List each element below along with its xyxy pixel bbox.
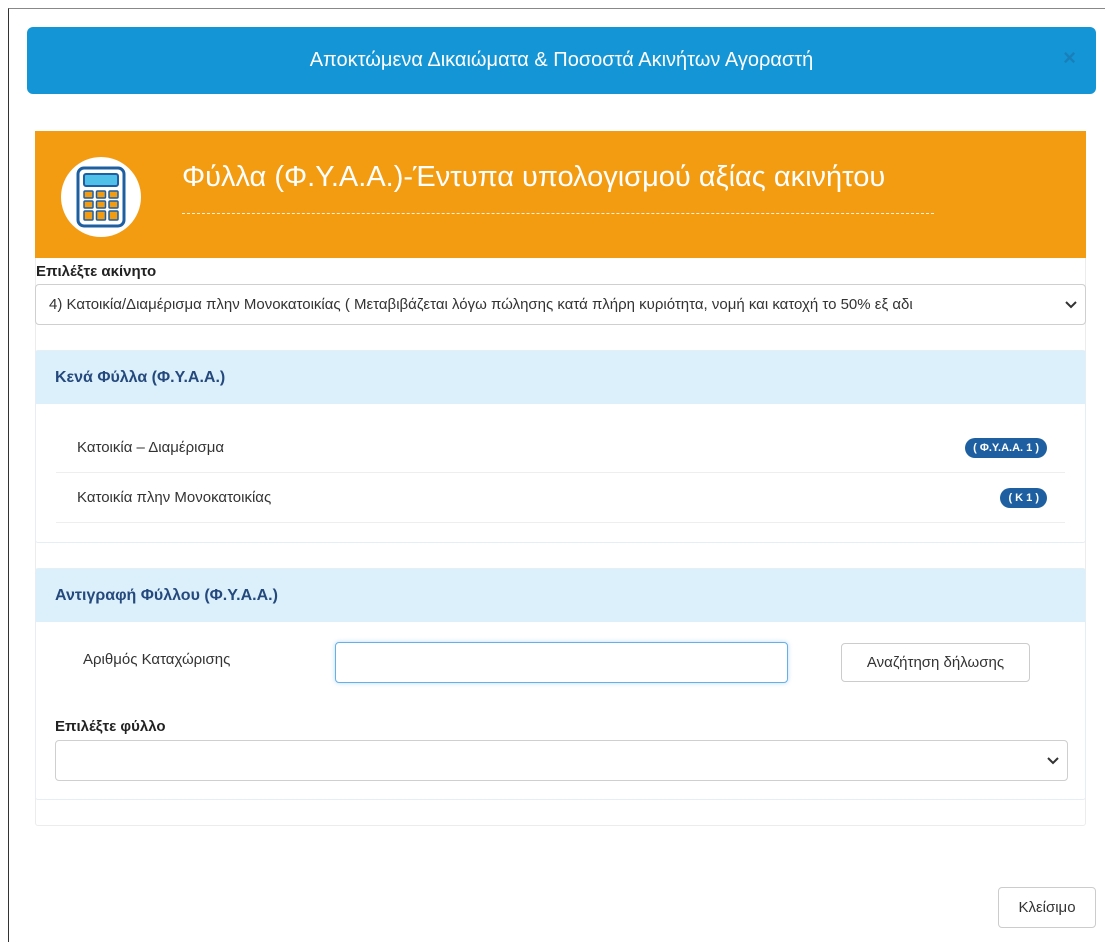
modal-title: Αποκτώμενα Δικαιώματα & Ποσοστά Ακινήτων… — [309, 49, 814, 71]
sheet-code-badge: ( Φ.Υ.Α.Α. 1 ) — [965, 437, 1047, 458]
blank-sheets-heading: Κενά Φύλλα (Φ.Υ.Α.Α.) — [36, 351, 1085, 404]
blank-sheets-panel: Κενά Φύλλα (Φ.Υ.Α.Α.) Κατοικία – Διαμέρι… — [35, 350, 1086, 543]
copy-sheet-panel: Αντιγραφή Φύλλου (Φ.Υ.Α.Α.) Αριθμός Κατα… — [35, 568, 1086, 800]
search-declaration-button[interactable]: Αναζήτηση δήλωσης — [841, 643, 1030, 682]
sheet-code-badge: ( Κ 1 ) — [1000, 487, 1047, 508]
modal-header: Αποκτώμενα Δικαιώματα & Ποσοστά Ακινήτων… — [27, 27, 1096, 94]
sheet-item-label: Κατοικία – Διαμέρισμα — [77, 439, 225, 456]
registration-number-input[interactable] — [335, 642, 788, 683]
chevron-down-icon — [1047, 756, 1059, 764]
calculator-icon — [61, 157, 141, 237]
sheet-item-label: Κατοικία πλην Μονοκατοικίας — [77, 489, 272, 506]
banner-title: Φύλλα (Φ.Υ.Α.Α.)-Έντυπα υπολογισμού αξία… — [182, 161, 886, 193]
property-select-value: 4) Κατοικία/Διαμέρισμα πλην Μονοκατοικία… — [49, 296, 913, 313]
list-item[interactable]: Κατοικία – Διαμέρισμα ( Φ.Υ.Α.Α. 1 ) — [56, 423, 1065, 473]
sheet-select[interactable] — [55, 740, 1068, 781]
close-icon[interactable]: × — [1063, 45, 1076, 71]
sheets-banner: Φύλλα (Φ.Υ.Α.Α.)-Έντυπα υπολογισμού αξία… — [35, 131, 1086, 258]
property-select-label: Επιλέξτε ακίνητο — [36, 263, 157, 280]
banner-divider — [182, 213, 934, 214]
sheet-select-label: Επιλέξτε φύλλο — [55, 718, 166, 735]
close-button[interactable]: Κλείσιμο — [998, 887, 1096, 928]
list-item[interactable]: Κατοικία πλην Μονοκατοικίας ( Κ 1 ) — [56, 473, 1065, 523]
copy-sheet-heading: Αντιγραφή Φύλλου (Φ.Υ.Α.Α.) — [36, 569, 1085, 622]
registration-number-label: Αριθμός Καταχώρισης — [83, 651, 231, 668]
chevron-down-icon — [1065, 300, 1077, 308]
property-select[interactable]: 4) Κατοικία/Διαμέρισμα πλην Μονοκατοικία… — [35, 284, 1086, 325]
